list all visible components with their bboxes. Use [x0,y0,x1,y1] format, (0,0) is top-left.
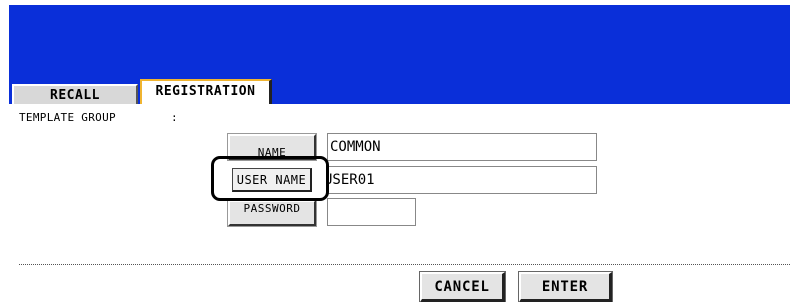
user-name-field[interactable]: USER01 [327,166,597,194]
tab-registration-label: REGISTRATION [155,83,256,99]
name-field-value: COMMON [330,139,381,155]
divider [19,264,790,265]
password-button[interactable]: PASSWORD [227,199,317,227]
tab-registration[interactable]: REGISTRATION [140,79,272,105]
tab-recall[interactable]: RECALL [12,84,138,104]
enter-button-label: ENTER [541,278,589,295]
tab-recall-label: RECALL [50,87,100,103]
template-group-separator: : [171,111,178,124]
enter-button[interactable]: ENTER [518,271,613,302]
highlight-frame [211,156,329,201]
name-field[interactable]: COMMON [327,133,597,161]
cancel-button[interactable]: CANCEL [419,271,506,302]
user-name-field-value: USER01 [327,172,375,188]
header-bar [9,5,790,80]
cancel-button-label: CANCEL [434,278,490,295]
template-group-label: TEMPLATE GROUP [19,111,116,124]
password-field[interactable] [327,198,416,226]
password-button-label: PASSWORD [243,201,301,215]
